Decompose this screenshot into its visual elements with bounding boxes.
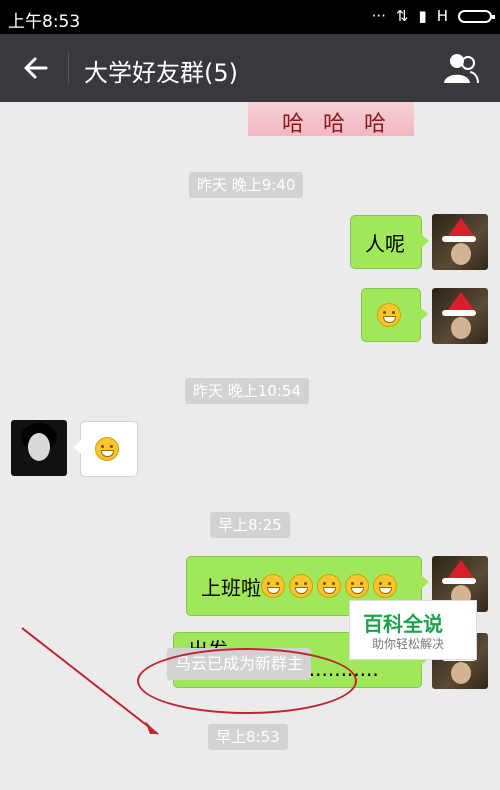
message-text: 人呢 — [365, 231, 405, 256]
back-arrow-icon[interactable] — [18, 50, 54, 86]
group-members-icon[interactable] — [440, 52, 480, 84]
status-time: 上午8:53 — [8, 12, 81, 32]
status-icons: ··· ⇅ ▮ H — [371, 7, 495, 25]
chat-title: 大学好友群(5) — [84, 59, 238, 87]
watermark-subtitle: 助你轻松解决 — [372, 637, 445, 651]
grin-emoji-icon — [261, 574, 285, 598]
time-label: 早上8:53 — [208, 724, 288, 750]
smile-emoji-icon — [95, 437, 119, 461]
time-label: 早上8:25 — [210, 512, 290, 538]
grin-emoji-icon — [289, 574, 313, 598]
watermark-title: 百科全说 — [363, 612, 443, 636]
time-label: 昨天 晚上9:40 — [189, 172, 304, 198]
emoji-bubble[interactable] — [361, 288, 428, 342]
signal-text: H — [436, 7, 448, 25]
grin-emoji-icon — [345, 574, 369, 598]
header-divider — [68, 52, 69, 84]
battery-icon — [458, 9, 495, 23]
previous-image-message[interactable]: 哈 哈 哈 — [248, 102, 414, 137]
wifi-icon: ⇅ — [395, 7, 409, 25]
red-arrow-annotation — [21, 627, 159, 735]
image-text: 哈 哈 哈 — [282, 112, 392, 137]
grin-emoji-icon — [317, 574, 341, 598]
grin-emoji-icon — [373, 574, 397, 598]
emoji-bubble[interactable] — [73, 421, 138, 477]
message-text: 上班啦 — [201, 575, 261, 600]
message-bubble[interactable]: 人呢 — [350, 215, 429, 269]
signal-icon: ▮ — [418, 7, 427, 25]
my-avatar[interactable] — [432, 214, 488, 270]
friend-avatar[interactable] — [11, 420, 67, 476]
watermark-logo: 百科全说 助你轻松解决 — [349, 600, 477, 660]
status-bar: 上午8:53 ··· ⇅ ▮ H — [0, 0, 500, 34]
grin-emoji-icon — [377, 303, 401, 327]
time-label: 昨天 晚上10:54 — [185, 378, 309, 404]
more-icon: ··· — [371, 7, 386, 25]
chat-header: 大学好友群(5) — [0, 34, 500, 102]
my-avatar[interactable] — [432, 288, 488, 344]
red-circle-annotation — [137, 648, 357, 714]
